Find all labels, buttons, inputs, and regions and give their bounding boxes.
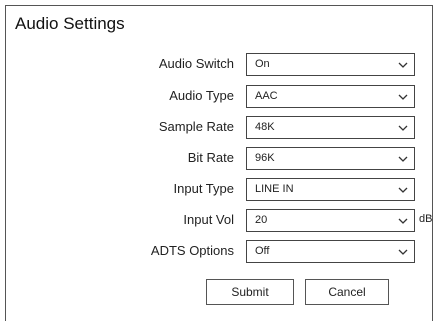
audio-switch-label: Audio Switch [158,56,234,71]
sample-rate-label: Sample Rate [158,119,234,134]
panel-title: Audio Settings [15,14,125,33]
chevron-down-icon [397,122,409,134]
chevron-down-icon [397,215,409,227]
row-input-vol: Input Vol 20 dB [6,209,434,232]
bit-rate-select[interactable]: 96K [246,147,415,170]
sample-rate-select[interactable]: 48K [246,116,415,139]
audio-type-value: AAC [255,90,278,102]
adts-options-label: ADTS Options [150,243,234,258]
input-vol-label: Input Vol [183,212,234,227]
row-adts-options: ADTS Options Off [6,240,434,263]
row-audio-switch: Audio Switch On [6,53,434,76]
chevron-down-icon [397,153,409,165]
input-type-value: LINE IN [255,183,294,195]
input-vol-unit: dB [419,213,433,225]
audio-type-select[interactable]: AAC [246,85,415,108]
chevron-down-icon [397,59,409,71]
adts-options-value: Off [255,245,270,257]
chevron-down-icon [397,91,409,103]
row-bit-rate: Bit Rate 96K [6,147,434,170]
audio-settings-panel: Audio Settings Audio Switch On Audio Typ… [5,5,433,321]
cancel-button[interactable]: Cancel [305,279,389,305]
row-sample-rate: Sample Rate 48K [6,116,434,139]
adts-options-select[interactable]: Off [246,240,415,263]
sample-rate-value: 48K [255,121,275,133]
chevron-down-icon [397,184,409,196]
input-type-label: Input Type [173,181,234,196]
audio-type-label: Audio Type [169,88,234,103]
audio-switch-select[interactable]: On [246,53,415,76]
input-type-select[interactable]: LINE IN [246,178,415,201]
bit-rate-label: Bit Rate [187,150,234,165]
audio-switch-value: On [255,58,270,70]
submit-button[interactable]: Submit [206,279,294,305]
row-input-type: Input Type LINE IN [6,178,434,201]
chevron-down-icon [397,246,409,258]
bit-rate-value: 96K [255,152,275,164]
input-vol-select[interactable]: 20 [246,209,415,232]
input-vol-value: 20 [255,214,268,226]
row-audio-type: Audio Type AAC [6,85,434,108]
